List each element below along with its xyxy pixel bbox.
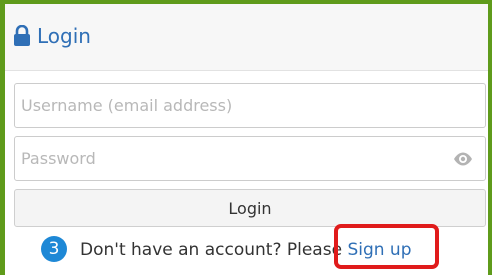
login-header: Login bbox=[5, 4, 488, 71]
username-field[interactable] bbox=[14, 83, 486, 128]
lock-icon bbox=[13, 24, 31, 47]
step-number-badge: 3 bbox=[41, 236, 67, 262]
password-input[interactable] bbox=[15, 137, 485, 180]
username-input[interactable] bbox=[15, 84, 485, 127]
signup-link[interactable]: Sign up bbox=[347, 240, 411, 260]
password-field[interactable] bbox=[14, 136, 486, 181]
login-title: Login bbox=[37, 24, 91, 48]
login-button[interactable]: Login bbox=[14, 189, 486, 227]
eye-icon[interactable] bbox=[453, 151, 473, 167]
signup-prompt-text: Don't have an account? Please bbox=[80, 240, 348, 260]
signup-prompt: Don't have an account? Please Sign up bbox=[80, 238, 412, 262]
